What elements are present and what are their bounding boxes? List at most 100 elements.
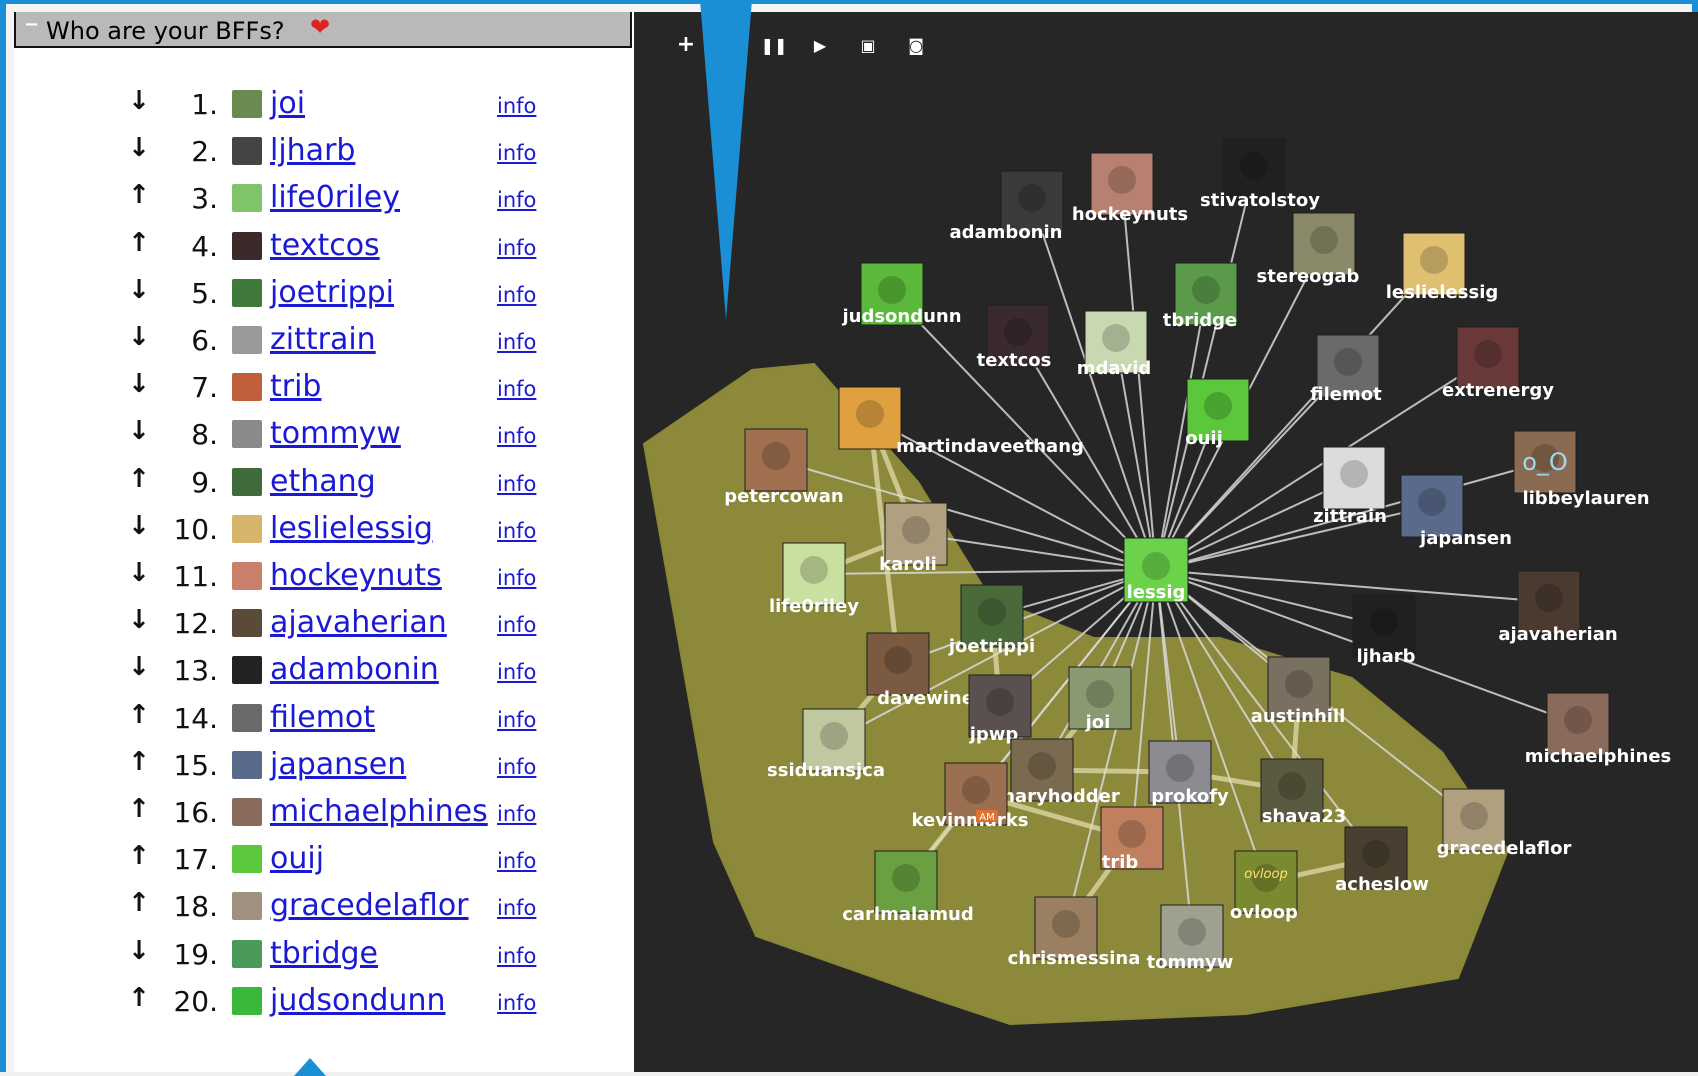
graph-node[interactable]: zittrain xyxy=(1313,446,1387,527)
info-link[interactable]: info xyxy=(497,472,536,496)
username-link[interactable]: japansen xyxy=(270,747,406,782)
graph-node[interactable]: judsondunn xyxy=(841,262,962,327)
graph-node[interactable]: leslielessig xyxy=(1386,232,1499,303)
arrow-up-icon[interactable]: ↑ xyxy=(124,888,154,918)
graph-node[interactable]: karoli xyxy=(879,502,948,575)
info-link[interactable]: info xyxy=(497,708,536,732)
graph-node[interactable]: mdavid xyxy=(1077,310,1152,379)
graph-node[interactable]: trib xyxy=(1100,806,1164,873)
arrow-up-icon[interactable]: ↑ xyxy=(124,180,154,210)
node-label: trib xyxy=(1102,852,1139,873)
node-label: prokofy xyxy=(1151,786,1229,807)
info-link[interactable]: info xyxy=(497,141,536,165)
arrow-up-icon[interactable]: ↑ xyxy=(124,794,154,824)
info-link[interactable]: info xyxy=(497,849,536,873)
graph-node[interactable]: joi xyxy=(1068,666,1132,733)
node-label: stivatolstoy xyxy=(1200,190,1320,211)
graph-node[interactable]: martindaveethang xyxy=(838,386,1084,457)
username-link[interactable]: michaelphines xyxy=(270,794,488,829)
graph-node[interactable]: filemot xyxy=(1310,334,1382,405)
arrow-up-icon[interactable]: ↑ xyxy=(124,228,154,258)
graph-node[interactable]: tbridge xyxy=(1163,262,1238,331)
username-link[interactable]: judsondunn xyxy=(270,983,445,1018)
graph-node[interactable]: gracedelaflor xyxy=(1437,788,1572,859)
arrow-down-icon[interactable]: ↓ xyxy=(124,511,154,541)
graph-node[interactable]: jpwp xyxy=(968,674,1032,745)
friend-graph[interactable]: lessig adambonin hockeynuts stivatolstoy ste… xyxy=(634,12,1698,1072)
username-link[interactable]: ljharb xyxy=(270,133,355,168)
arrow-down-icon[interactable]: ↓ xyxy=(124,936,154,966)
info-link[interactable]: info xyxy=(497,660,536,684)
arrow-down-icon[interactable]: ↓ xyxy=(124,652,154,682)
arrow-down-icon[interactable]: ↓ xyxy=(124,86,154,116)
info-link[interactable]: info xyxy=(497,802,536,826)
collapse-button[interactable]: − xyxy=(24,14,39,35)
info-link[interactable]: info xyxy=(497,236,536,260)
username-link[interactable]: joi xyxy=(270,86,305,121)
info-link[interactable]: info xyxy=(497,283,536,307)
username-link[interactable]: gracedelaflor xyxy=(270,888,469,923)
info-link[interactable]: info xyxy=(497,330,536,354)
graph-node[interactable]: textcos xyxy=(977,304,1052,371)
info-link[interactable]: info xyxy=(497,991,536,1015)
info-link[interactable]: info xyxy=(497,896,536,920)
arrow-down-icon[interactable]: ↓ xyxy=(124,275,154,305)
arrow-down-icon[interactable]: ↓ xyxy=(124,416,154,446)
graph-node[interactable]: lessig xyxy=(1123,537,1189,603)
graph-node[interactable]: stivatolstoy xyxy=(1200,138,1320,211)
username-link[interactable]: leslielessig xyxy=(270,511,433,546)
graph-node[interactable]: ljharb xyxy=(1352,594,1416,667)
graph-node[interactable]: adambonin xyxy=(950,170,1064,243)
arrow-down-icon[interactable]: ↓ xyxy=(124,605,154,635)
node-label: kevinmarks xyxy=(912,810,1029,831)
username-link[interactable]: trib xyxy=(270,369,321,404)
info-link[interactable]: info xyxy=(497,377,536,401)
graph-node[interactable]: stereogab xyxy=(1257,212,1360,287)
username-link[interactable]: joetrippi xyxy=(270,275,394,310)
rank-number: 16. xyxy=(173,796,218,829)
rank-number: 8. xyxy=(191,418,218,452)
graph-node[interactable]: japansen xyxy=(1400,474,1512,549)
avatar-caption: ovloop xyxy=(1244,867,1287,882)
arrow-up-icon[interactable]: ↑ xyxy=(124,700,154,730)
info-link[interactable]: info xyxy=(497,613,536,637)
info-link[interactable]: info xyxy=(497,566,536,590)
graph-edge xyxy=(1155,169,1255,571)
username-link[interactable]: ajavaherian xyxy=(270,605,447,640)
graph-node[interactable]: michaelphines xyxy=(1525,692,1672,767)
username-link[interactable]: life0riley xyxy=(270,180,400,215)
graph-node[interactable]: ouij xyxy=(1185,378,1250,449)
avatar xyxy=(232,184,262,213)
graph-node[interactable]: ovloop xyxy=(1230,850,1298,923)
arrow-down-icon[interactable]: ↓ xyxy=(124,369,154,399)
info-link[interactable]: info xyxy=(497,424,536,448)
arrow-up-icon[interactable]: ↑ xyxy=(124,983,154,1013)
username-link[interactable]: filemot xyxy=(270,700,375,735)
graph-node[interactable]: ajavaherian xyxy=(1498,570,1618,645)
graph-node[interactable]: hockeynuts xyxy=(1072,152,1188,225)
username-link[interactable]: textcos xyxy=(270,228,380,263)
info-link[interactable]: info xyxy=(497,94,536,118)
graph-node[interactable]: extrenergy xyxy=(1442,326,1554,401)
username-link[interactable]: hockeynuts xyxy=(270,558,442,593)
avatar-face-icon xyxy=(1166,754,1194,782)
arrow-up-icon[interactable]: ↑ xyxy=(124,841,154,871)
username-link[interactable]: tbridge xyxy=(270,936,378,971)
username-link[interactable]: ouij xyxy=(270,841,324,876)
arrow-up-icon[interactable]: ↑ xyxy=(124,464,154,494)
graph-node[interactable]: joetrippi xyxy=(948,584,1035,657)
avatar xyxy=(232,467,262,496)
info-link[interactable]: info xyxy=(497,755,536,779)
heart-icon: ❤ xyxy=(310,13,331,41)
username-link[interactable]: zittrain xyxy=(270,322,376,357)
arrow-down-icon[interactable]: ↓ xyxy=(124,133,154,163)
info-link[interactable]: info xyxy=(497,944,536,968)
arrow-up-icon[interactable]: ↑ xyxy=(124,747,154,777)
username-link[interactable]: ethang xyxy=(270,464,376,499)
username-link[interactable]: tommyw xyxy=(270,416,401,451)
info-link[interactable]: info xyxy=(497,519,536,543)
arrow-down-icon[interactable]: ↓ xyxy=(124,558,154,588)
arrow-down-icon[interactable]: ↓ xyxy=(124,322,154,352)
username-link[interactable]: adambonin xyxy=(270,652,439,687)
info-link[interactable]: info xyxy=(497,188,536,212)
